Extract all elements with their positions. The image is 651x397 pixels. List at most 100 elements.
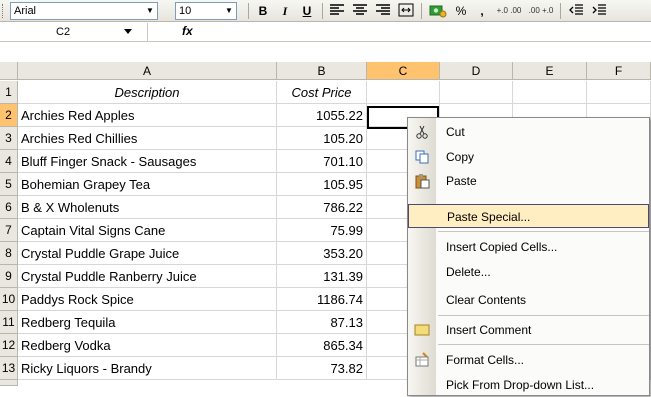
merge-center-icon[interactable]: [396, 3, 416, 19]
menu-item-label: Insert Copied Cells...: [446, 240, 558, 254]
cell-description[interactable]: B & X Wholenuts: [18, 196, 277, 219]
cell-description[interactable]: Redberg Tequila: [18, 311, 277, 334]
font-size-combo[interactable]: 10 ▼: [175, 2, 237, 20]
menu-item-paste-special[interactable]: Paste Special...: [408, 204, 649, 228]
row-header-partial[interactable]: [0, 380, 18, 386]
name-box[interactable]: C2: [0, 23, 148, 41]
menu-separator: [438, 315, 649, 316]
copy-icon: [413, 149, 431, 165]
row-header[interactable]: 8: [0, 242, 18, 265]
cell-cost-price[interactable]: 786.22: [277, 196, 367, 219]
menu-item-label: Insert Comment: [446, 323, 532, 337]
italic-button[interactable]: I: [276, 3, 294, 19]
menu-item-insert-comment[interactable]: Insert Comment: [408, 318, 649, 342]
decrease-indent-icon[interactable]: [566, 3, 586, 19]
cell-cost-price[interactable]: 105.20: [277, 127, 367, 150]
row-header[interactable]: 12: [0, 334, 18, 357]
align-right-icon[interactable]: [373, 3, 393, 19]
cell-description[interactable]: Ricky Liquors - Brandy: [18, 357, 277, 380]
font-name-value: Arial: [14, 5, 37, 17]
cell-cost-price[interactable]: 1186.74: [277, 288, 367, 311]
cell-description[interactable]: Crystal Puddle Grape Juice: [18, 242, 277, 265]
font-name-combo[interactable]: Arial ▼: [10, 2, 158, 20]
row-header[interactable]: 5: [0, 173, 18, 196]
column-header-a[interactable]: A: [18, 62, 277, 80]
column-header-d[interactable]: D: [440, 62, 513, 80]
align-left-icon[interactable]: [327, 3, 347, 19]
cell-empty-f[interactable]: [587, 81, 651, 104]
underline-button[interactable]: U: [298, 3, 316, 19]
cell-description[interactable]: Paddys Rock Spice: [18, 288, 277, 311]
menu-item-label: Cut: [446, 125, 465, 139]
cell-cost-price[interactable]: 353.20: [277, 242, 367, 265]
insert-function-button[interactable]: fx: [182, 24, 193, 38]
toolbar-separator: [560, 3, 561, 19]
cell-description[interactable]: Captain Vital Signs Cane: [18, 219, 277, 242]
cell-empty-e[interactable]: [513, 81, 587, 104]
cell-empty-c[interactable]: [367, 81, 440, 104]
menu-item-paste[interactable]: Paste: [408, 169, 649, 193]
column-header-b[interactable]: B: [277, 62, 367, 80]
row-header[interactable]: 10: [0, 288, 18, 311]
font-size-value: 10: [179, 5, 192, 17]
cell-cost-price[interactable]: 105.95: [277, 173, 367, 196]
cell-empty-d[interactable]: [440, 81, 513, 104]
cell-cost-price[interactable]: 73.82: [277, 357, 367, 380]
column-header-f[interactable]: F: [587, 62, 651, 80]
cell-cost-price[interactable]: 87.13: [277, 311, 367, 334]
row-header[interactable]: 1: [0, 81, 18, 104]
cell-description[interactable]: Crystal Puddle Ranberry Juice: [18, 265, 277, 288]
row-header[interactable]: 4: [0, 150, 18, 173]
row-header[interactable]: 7: [0, 219, 18, 242]
menu-item-label: Copy: [446, 150, 475, 164]
cell-description[interactable]: Archies Red Chillies: [18, 127, 277, 150]
menu-item-clear-contents[interactable]: Clear Contents: [408, 288, 649, 312]
select-all-corner[interactable]: [0, 62, 18, 80]
chevron-down-icon[interactable]: [124, 29, 132, 34]
cell-cost-price[interactable]: 1055.22: [277, 104, 367, 127]
decrease-decimal-button[interactable]: .00 +.0: [526, 3, 556, 19]
menu-item-pick-from-list[interactable]: Pick From Drop-down List...: [408, 373, 649, 397]
menu-item-cut[interactable]: Cut: [408, 120, 649, 144]
cell-cost-price[interactable]: 865.34: [277, 334, 367, 357]
menu-item-label: Format Cells...: [446, 353, 525, 367]
menu-item-format-cells[interactable]: Format Cells...: [408, 348, 649, 372]
bold-button[interactable]: B: [254, 3, 272, 19]
row-header[interactable]: 2: [0, 104, 18, 127]
cell-description[interactable]: Description: [18, 81, 277, 104]
cell-cost-price[interactable]: 131.39: [277, 265, 367, 288]
menu-item-copy[interactable]: Copy: [408, 145, 649, 169]
cell-cost-price[interactable]: Cost Price: [277, 81, 367, 104]
comma-style-button[interactable]: ,: [474, 3, 490, 19]
row-header[interactable]: 3: [0, 127, 18, 150]
cell-description[interactable]: Redberg Vodka: [18, 334, 277, 357]
menu-separator: [438, 344, 649, 345]
increase-decimal-button[interactable]: +.0 .00: [494, 3, 524, 19]
chevron-down-icon[interactable]: ▼: [143, 3, 157, 19]
currency-icon[interactable]: [427, 3, 449, 19]
column-header-c[interactable]: C: [367, 62, 440, 80]
cell-cost-price[interactable]: 701.10: [277, 150, 367, 173]
menu-item-label: Pick From Drop-down List...: [446, 378, 595, 392]
comment-icon: [413, 322, 431, 338]
cell-description[interactable]: Archies Red Apples: [18, 104, 277, 127]
menu-item-label: Clear Contents: [446, 293, 527, 307]
cell-description[interactable]: Bohemian Grapey Tea: [18, 173, 277, 196]
toolbar-grip[interactable]: [2, 4, 5, 18]
formula-input[interactable]: [200, 23, 651, 41]
row-header[interactable]: 9: [0, 265, 18, 288]
chevron-down-icon[interactable]: ▼: [222, 3, 236, 19]
column-header-e[interactable]: E: [513, 62, 587, 80]
scissors-icon: [413, 124, 431, 140]
cell-description[interactable]: Bluff Finger Snack - Sausages: [18, 150, 277, 173]
row-header[interactable]: 13: [0, 357, 18, 380]
row-header[interactable]: 6: [0, 196, 18, 219]
align-center-icon[interactable]: [350, 3, 370, 19]
increase-indent-icon[interactable]: [589, 3, 609, 19]
menu-item-label: Paste: [446, 174, 477, 188]
menu-item-insert-copied-cells[interactable]: Insert Copied Cells...: [408, 235, 649, 259]
percent-style-button[interactable]: %: [452, 3, 470, 19]
cell-cost-price[interactable]: 75.99: [277, 219, 367, 242]
menu-item-delete[interactable]: Delete...: [408, 260, 649, 284]
row-header[interactable]: 11: [0, 311, 18, 334]
